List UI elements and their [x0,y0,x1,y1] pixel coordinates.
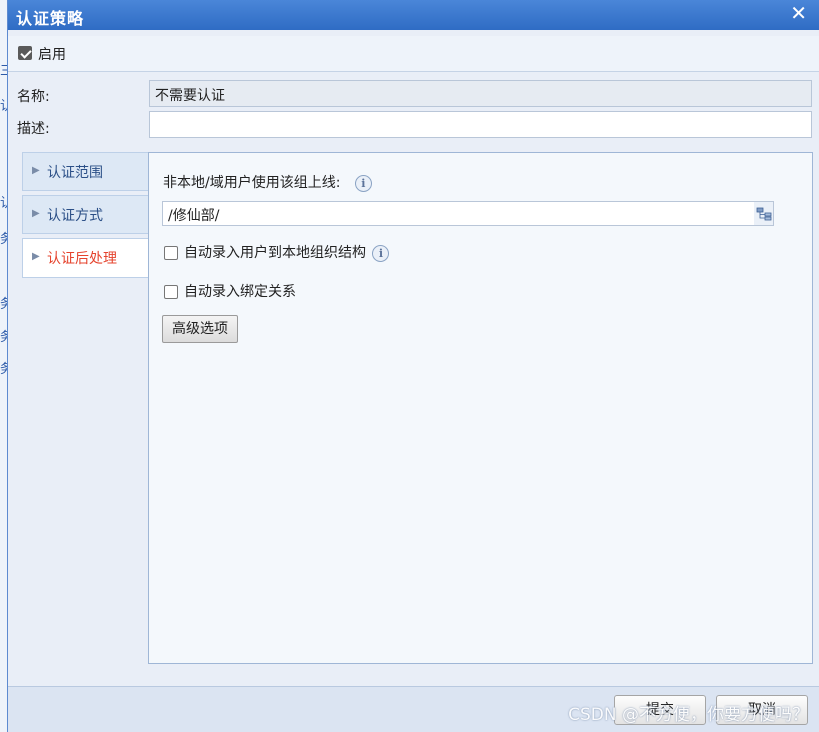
enable-label: 启用 [38,47,66,63]
tab-label: 认证后处理 [47,251,117,267]
cancel-button[interactable]: 取消 [716,695,808,725]
info-icon[interactable]: i [372,245,390,262]
description-label: 描述: [17,121,50,137]
enable-row: 启用 [8,36,819,72]
post-auth-panel: 非本地/域用户使用该组上线: i /修仙部/ 自动录入用户到本地组织结构 i 自… [148,152,813,664]
tab-auth-scope[interactable]: ▶ 认证范围 [22,152,149,191]
name-field[interactable]: 不需要认证 [149,80,812,107]
group-row: 非本地/域用户使用该组上线: i [163,172,372,192]
group-label: 非本地/域用户使用该组上线: [163,175,341,191]
group-path-input[interactable]: /修仙部/ [162,201,755,226]
group-picker-button[interactable] [754,201,774,226]
advanced-options-button[interactable]: 高级选项 [162,315,238,343]
dialog-titlebar[interactable]: 认证策略 ✕ [8,0,819,30]
tab-label: 认证方式 [47,208,103,224]
close-icon[interactable]: ✕ [790,1,807,25]
submit-button[interactable]: 提交 [614,695,706,725]
auto-bind-label: 自动录入绑定关系 [184,284,296,300]
auth-policy-dialog: 认证策略 ✕ 启用 名称: 不需要认证 描述: ▶ 认证范围 ▶ 认证方式 ▶ … [7,0,819,732]
chevron-right-icon: ▶ [32,208,40,219]
auto-add-user-row: 自动录入用户到本地组织结构 i [164,242,390,262]
auto-add-user-checkbox[interactable] [164,246,178,260]
tab-auth-method[interactable]: ▶ 认证方式 [22,195,149,234]
enable-checkbox[interactable] [18,46,32,60]
name-label: 名称: [17,89,50,105]
auto-bind-row: 自动录入绑定关系 [164,281,296,301]
auto-add-user-label: 自动录入用户到本地组织结构 [184,245,366,261]
tab-label: 认证范围 [47,165,103,181]
chevron-right-icon: ▶ [32,251,40,262]
dialog-footer: 提交 取消 [8,686,819,732]
auto-bind-checkbox[interactable] [164,285,178,299]
chevron-right-icon: ▶ [32,165,40,176]
dialog-title: 认证策略 [16,9,85,28]
org-tree-icon [756,207,772,221]
tab-post-auth[interactable]: ▶ 认证后处理 [22,238,149,278]
info-icon[interactable]: i [354,175,372,192]
description-field[interactable] [149,111,812,138]
